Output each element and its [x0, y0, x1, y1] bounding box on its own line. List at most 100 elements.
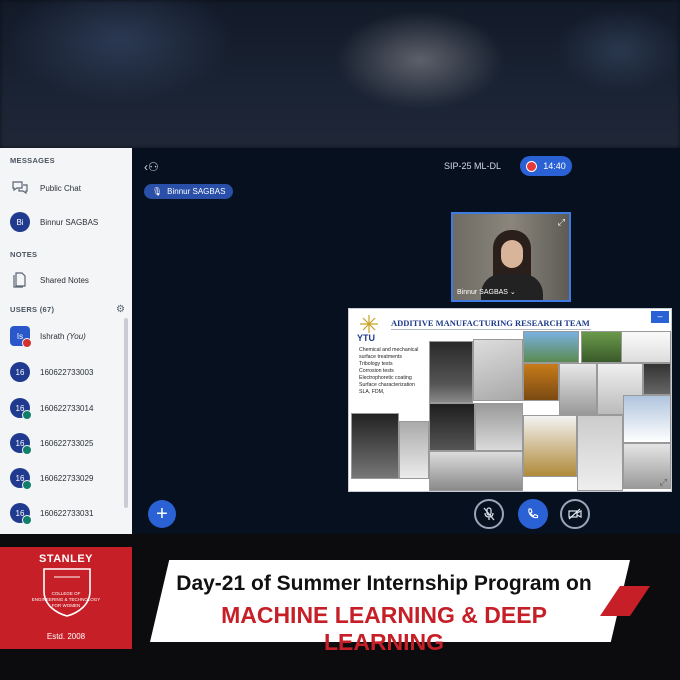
lab-photo [429, 341, 473, 403]
recording-indicator[interactable]: 14:40 [520, 156, 572, 176]
phone-icon [528, 508, 539, 519]
main-area: ‹⚇ SIP-25 ML-DL 14:40 🎙 Binnur SAGBAS Bi… [132, 148, 680, 534]
shared-notes-item[interactable]: Shared Notes [10, 270, 89, 290]
webcam-video[interactable]: Binnur SAGBAS ⌄ ⤢ [451, 212, 571, 302]
avatar: Is [10, 326, 32, 348]
muted-mic-icon [22, 338, 32, 348]
avatar: 16 [10, 362, 30, 382]
avatar: 16 [10, 468, 32, 490]
user-list-item[interactable]: 16 160622733025 [10, 433, 94, 455]
slide-bullet: surface treatments [359, 354, 402, 360]
shield-text-line: FOR WOMEN [51, 603, 81, 608]
listen-only-icon [22, 515, 32, 525]
lab-photo [351, 413, 399, 479]
shared-notes-label: Shared Notes [40, 275, 89, 285]
user-name-text: Ishrath [40, 331, 65, 341]
avatar-initials: Bi [16, 217, 24, 227]
slide-bullet-list: Chemical and mechanical surface treatmen… [359, 347, 439, 396]
user-you-suffix: (You) [66, 331, 86, 341]
user-name: Ishrath (You) [40, 332, 86, 341]
lab-photo [559, 363, 597, 415]
lab-photo [523, 331, 579, 363]
mute-button[interactable] [474, 499, 504, 529]
sidebar: MESSAGES Public Chat Bi Binnur SAGBAS NO… [0, 148, 132, 534]
avatar: 16 [10, 503, 32, 525]
avatar: Bi [10, 212, 30, 232]
user-name: 160622733025 [40, 438, 94, 448]
fullscreen-icon[interactable]: ⤢ [558, 217, 565, 228]
lab-photo [429, 403, 475, 451]
microphone-off-icon [483, 507, 495, 521]
listen-only-icon [22, 445, 32, 455]
notes-icon [10, 270, 30, 290]
avatar: 16 [10, 433, 32, 455]
slide-bullet: Tribology tests [359, 361, 393, 367]
webcam-username[interactable]: Binnur SAGBAS ⌄ [457, 288, 516, 296]
user-list-item[interactable]: 16 160622733031 [10, 503, 94, 525]
microphone-icon: 🎙 [152, 187, 163, 196]
banner-heading: Day-21 of Summer Internship Program on [176, 572, 592, 595]
user-name: 160622733031 [40, 508, 94, 518]
slide-divider [391, 329, 591, 330]
lab-photo [429, 451, 523, 491]
fullscreen-icon[interactable]: ⤢ [660, 477, 667, 488]
chat-bubbles-icon [10, 178, 30, 198]
user-list-item[interactable]: Is Ishrath (You) [10, 326, 86, 348]
lab-photo [523, 415, 577, 477]
college-logo: STANLEY COLLEGE OF ENGINEERING & TECHNOL… [0, 547, 132, 649]
private-chat-label: Binnur SAGBAS [40, 217, 99, 227]
webcam-username-text: Binnur SAGBAS [457, 289, 508, 296]
user-list-item[interactable]: 16 160622733003 [10, 362, 93, 382]
lab-photo [475, 403, 523, 451]
user-list-item[interactable]: 16 160622733014 [10, 398, 94, 420]
banner-subheading: MACHINE LEARNING & DEEP LEARNING [221, 602, 547, 655]
slide-bullet: Electrophoretic coating [359, 375, 412, 381]
listen-only-icon [22, 410, 32, 420]
lab-photo [577, 415, 623, 491]
lab-photo [581, 331, 623, 363]
lab-photo [643, 363, 671, 395]
chevron-down-icon: ⌄ [509, 289, 516, 296]
minimize-presentation-icon[interactable]: – [651, 311, 669, 323]
talking-indicator[interactable]: 🎙 Binnur SAGBAS [144, 184, 234, 199]
lab-photo [399, 421, 429, 479]
lab-photo [523, 363, 559, 401]
slide-logo-text: YTU [357, 333, 375, 343]
camera-off-icon [568, 508, 582, 520]
private-chat-item[interactable]: Bi Binnur SAGBAS [10, 212, 98, 232]
gear-icon[interactable]: ⚙ [116, 304, 125, 315]
record-icon [526, 160, 538, 172]
presentation-slide[interactable]: YTU ADDITIVE MANUFACTURING RESEARCH TEAM… [348, 308, 672, 492]
slide-bullet: Chemical and mechanical [359, 347, 419, 353]
slide-bullet: Surface characterization [359, 382, 415, 388]
lab-photo [623, 395, 671, 443]
user-list-item[interactable]: 16 160622733029 [10, 468, 94, 490]
users-heading: USERS (67) [10, 305, 55, 314]
public-chat-item[interactable]: Public Chat [10, 178, 81, 198]
user-name: 160622733014 [40, 403, 94, 413]
avatar: 16 [10, 398, 32, 420]
user-name: 160622733029 [40, 473, 94, 483]
hide-user-list-icon[interactable]: ‹⚇ [144, 160, 159, 174]
messages-heading: MESSAGES [10, 156, 55, 165]
established-year: Estd. 2008 [46, 632, 86, 641]
recording-timer: 14:40 [543, 161, 566, 171]
notes-heading: NOTES [10, 250, 38, 259]
share-webcam-button[interactable] [560, 499, 590, 529]
meeting-title: SIP-25 ML-DL [444, 161, 502, 171]
college-name: STANLEY [38, 553, 94, 565]
slide-bullet: SLA, FDM, [359, 389, 385, 395]
actions-button[interactable]: + [148, 500, 176, 528]
lab-photo [621, 331, 671, 363]
webcam-person-face [501, 240, 523, 268]
slide-bullet: Corrosion tests [359, 368, 394, 374]
avatar-initials: 16 [15, 367, 25, 377]
public-chat-label: Public Chat [40, 183, 81, 193]
talking-name: Binnur SAGBAS [167, 187, 226, 196]
user-list-scrollbar[interactable] [124, 318, 128, 508]
leave-audio-button[interactable] [518, 499, 548, 529]
background-photo [0, 0, 680, 148]
slide-title: ADDITIVE MANUFACTURING RESEARCH TEAM [391, 318, 590, 328]
shield-text: COLLEGE OF ENGINEERING & TECHNOLOGY FOR … [0, 591, 132, 609]
user-name: 160622733003 [40, 367, 94, 377]
